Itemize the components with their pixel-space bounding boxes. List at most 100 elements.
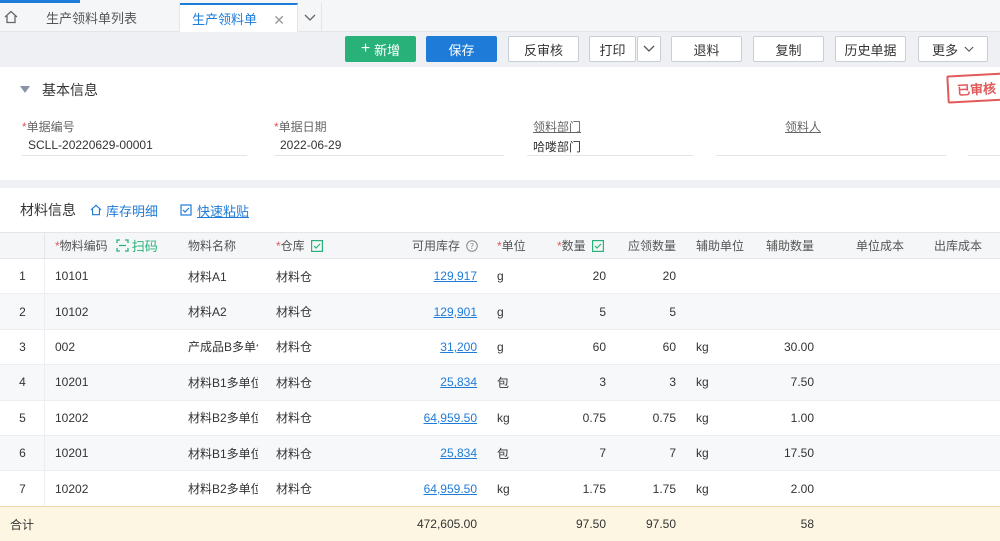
aux-unit: kg <box>696 446 709 461</box>
tab-list-label: 生产领料单列表 <box>46 11 138 26</box>
material-code: 10102 <box>55 304 89 319</box>
unaudit-button-label: 反审核 <box>523 42 563 58</box>
warehouse: 材料仓 <box>276 446 313 461</box>
table-row[interactable]: 3002产成品B多单位材料仓31,200g6060kg30.00 <box>0 329 1000 366</box>
row-index: 2 <box>19 304 26 319</box>
materials-title: 材料信息 <box>20 202 76 218</box>
audited-stamp: 已审核 <box>946 72 1000 104</box>
totals-label: 合计 <box>10 517 35 532</box>
doc-number-field[interactable]: *单据编号 SCLL-20220629-00001 <box>22 118 247 156</box>
tab-list[interactable]: 生产领料单列表 <box>34 3 180 32</box>
aux-quantity: 7.50 <box>790 375 814 390</box>
row-index: 7 <box>19 481 26 496</box>
quantity: 0.75 <box>582 410 606 425</box>
header-warehouse: * 仓库 <box>276 233 356 258</box>
column-separator <box>44 329 45 365</box>
tab-current[interactable]: 生产领料单 ✕ <box>180 3 298 32</box>
table-row[interactable]: 410201材料B1多单位I材料仓25,834包33kg7.50 <box>0 365 1000 401</box>
plus-icon: + <box>360 40 371 57</box>
requester-field[interactable]: 领料人 <box>716 118 946 156</box>
close-icon[interactable]: ✕ <box>273 12 285 29</box>
totals-row: 合计 472,605.00 97.50 97.50 58 <box>0 506 1000 541</box>
quantity: 60 <box>592 339 606 354</box>
quick-paste-link[interactable]: 快速粘贴 <box>180 201 249 220</box>
planned-quantity: 60 <box>662 339 676 354</box>
aux-quantity: 2.00 <box>790 481 814 496</box>
home-icon[interactable] <box>0 6 22 28</box>
table-row[interactable]: 510202材料B2多单位I材料仓64,959.50kg0.750.75kg1.… <box>0 400 1000 436</box>
header-qty: * 数量 <box>557 233 617 258</box>
copy-button[interactable]: 复制 <box>753 36 824 62</box>
table-row[interactable]: 2 10102 材料A2 材料仓 129,901 g 5 5 <box>0 294 1000 330</box>
extra-field[interactable] <box>968 118 1000 156</box>
material-code: 10202 <box>55 410 89 425</box>
department-label: 领料部门 <box>533 120 582 134</box>
print-button[interactable]: 打印 <box>589 36 636 62</box>
aux-quantity: 1.00 <box>790 410 814 425</box>
scan-icon <box>116 239 129 252</box>
row-index: 5 <box>19 410 26 425</box>
batch-edit-icon[interactable] <box>591 239 604 252</box>
available-stock[interactable]: 64,959.50 <box>380 401 477 435</box>
more-button[interactable]: 更多 <box>918 36 988 62</box>
stock-detail-link[interactable]: 库存明细 <box>90 201 158 220</box>
available-stock[interactable]: 25,834 <box>380 365 477 399</box>
help-icon[interactable]: ? <box>466 239 478 252</box>
material-name: 材料B1多单位I <box>188 446 258 461</box>
material-name: 产成品B多单位 <box>188 340 258 355</box>
return-button[interactable]: 退料 <box>671 36 742 62</box>
column-separator <box>44 259 45 294</box>
available-stock[interactable]: 129,917 <box>380 259 477 293</box>
doc-number-label: *单据编号 <box>22 120 75 134</box>
new-button-label: 新增 <box>374 42 401 58</box>
row-index: 4 <box>19 375 26 390</box>
basic-info-header[interactable]: 基本信息 <box>20 80 98 100</box>
toolbar: + 新增 保存 反审核 打印 退料 复制 历史单据 更多 <box>0 32 1000 67</box>
header-index <box>0 233 45 258</box>
chevron-down-icon <box>643 45 655 52</box>
header-name: 物料名称 <box>188 239 237 253</box>
available-stock[interactable]: 129,901 <box>380 294 477 328</box>
requester-label: 领料人 <box>785 120 822 134</box>
material-code: 10202 <box>55 481 89 496</box>
quantity: 1.75 <box>582 481 606 496</box>
department-field[interactable]: 领料部门 哈喽部门 <box>527 118 693 156</box>
doc-date-label: *单据日期 <box>274 120 327 134</box>
material-code: 10201 <box>55 375 89 390</box>
quantity: 20 <box>592 269 606 284</box>
tab-current-label: 生产领料单 <box>192 12 258 27</box>
quantity: 7 <box>599 446 606 461</box>
quick-paste-label: 快速粘贴 <box>197 203 250 219</box>
chevron-down-icon[interactable] <box>298 3 322 32</box>
table-row[interactable]: 610201材料B1多单位I材料仓25,834包77kg17.50 <box>0 435 1000 472</box>
scan-button[interactable]: 扫码 <box>116 236 158 255</box>
aux-unit <box>696 259 746 293</box>
available-stock[interactable]: 31,200 <box>380 330 477 364</box>
column-separator <box>44 471 45 506</box>
caret-down-icon <box>20 86 30 93</box>
material-code: 002 <box>55 339 76 354</box>
history-button[interactable]: 历史单据 <box>835 36 906 62</box>
unaudit-button[interactable]: 反审核 <box>508 36 579 62</box>
material-name: 材料B2多单位I <box>188 482 258 497</box>
section-divider <box>0 180 1000 188</box>
available-stock[interactable]: 64,959.50 <box>380 471 477 505</box>
more-button-label: 更多 <box>931 42 958 58</box>
column-separator <box>44 294 45 329</box>
print-dropdown-button[interactable] <box>637 36 661 62</box>
doc-date-field[interactable]: *单据日期 2022-06-29 <box>274 118 504 156</box>
available-stock[interactable]: 25,834 <box>380 436 477 470</box>
doc-date-value: 2022-06-29 <box>280 138 342 152</box>
material-code: 10201 <box>55 446 89 461</box>
save-button[interactable]: 保存 <box>426 36 497 62</box>
batch-edit-icon[interactable] <box>310 239 323 252</box>
aux-quantity: 30.00 <box>783 339 814 354</box>
table-row[interactable]: 1 10101 材料A1 材料仓 129,917 g 20 20 <box>0 259 1000 295</box>
material-name: 材料B1多单位I <box>188 375 258 390</box>
warehouse: 材料仓 <box>276 269 313 284</box>
new-button[interactable]: + 新增 <box>345 36 416 62</box>
aux-unit: kg <box>696 410 709 425</box>
table-row[interactable]: 710202材料B2多单位I材料仓64,959.50kg1.751.75kg2.… <box>0 471 1000 507</box>
material-name: 材料B2多单位I <box>188 411 258 426</box>
header-out-cost: 出库成本 <box>933 239 982 253</box>
